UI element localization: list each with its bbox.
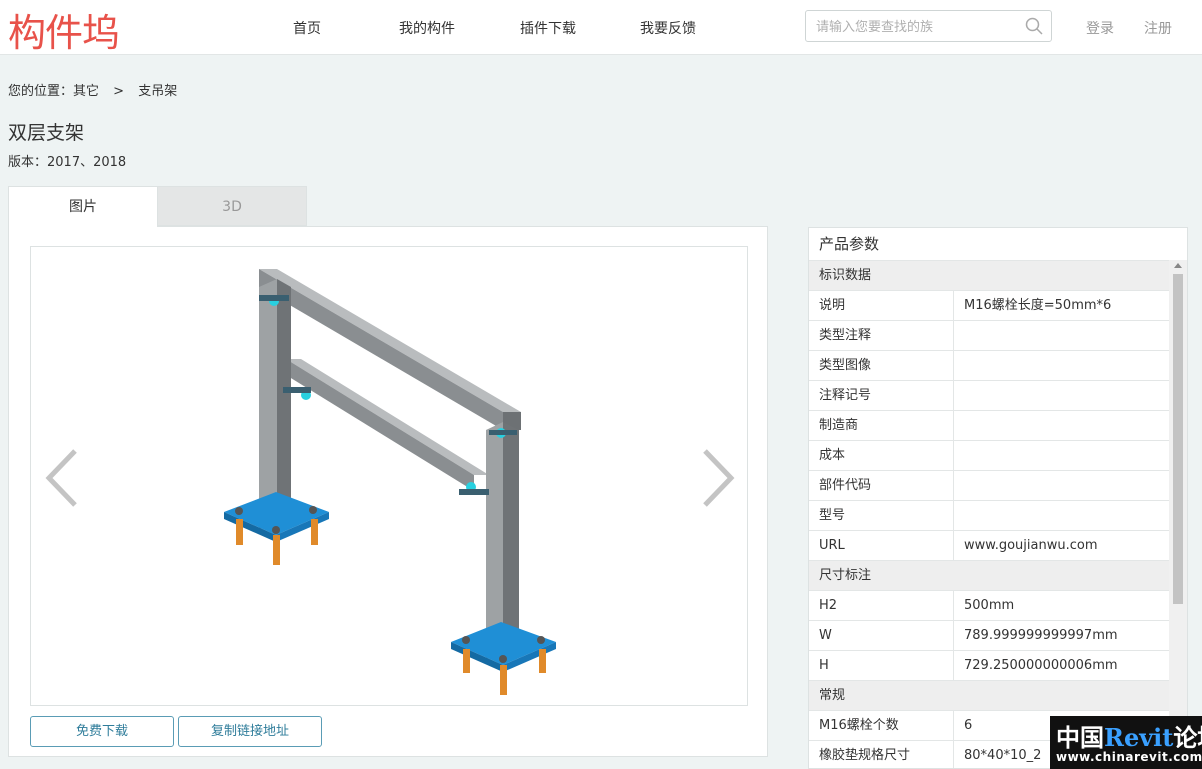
tab-3d[interactable]: 3D (157, 186, 307, 226)
breadcrumb-separator: > (113, 84, 125, 99)
scroll-up-arrow-icon[interactable] (1174, 263, 1182, 268)
nav-plugin-download[interactable]: 插件下载 (520, 18, 576, 38)
chinarevit-watermark: 中国Revit论坛 www.chinarevit.com (1050, 716, 1202, 769)
breadcrumb-item-hangers[interactable]: 支吊架 (138, 84, 177, 99)
free-download-button[interactable]: 免费下载 (30, 716, 174, 747)
params-row: 说明 M16螺栓长度=50mm*6 (809, 290, 1171, 320)
param-value: M16螺栓长度=50mm*6 (964, 298, 1112, 313)
nav-my-components[interactable]: 我的构件 (399, 18, 455, 38)
param-value: 6 (964, 718, 973, 733)
param-value: 500mm (964, 598, 1015, 613)
param-value (954, 321, 964, 350)
param-value: 80*40*10_2 (964, 748, 1042, 763)
param-key: 类型注释 (809, 321, 954, 350)
params-row: 类型注释 (809, 320, 1171, 350)
breadcrumb-prefix: 您的位置： (8, 84, 74, 99)
watermark-text-c: 论坛 (1173, 723, 1202, 752)
search-icon[interactable] (1025, 17, 1043, 35)
param-value (954, 471, 964, 500)
param-value: www.goujianwu.com (964, 538, 1098, 553)
search-input[interactable] (816, 17, 1016, 37)
copy-link-button[interactable]: 复制链接地址 (178, 716, 322, 747)
login-link[interactable]: 登录 (1086, 18, 1114, 38)
nav-home[interactable]: 首页 (293, 18, 321, 38)
param-key: W (809, 621, 954, 650)
param-value (954, 411, 964, 440)
params-row: 注释记号 (809, 380, 1171, 410)
param-key: 成本 (809, 441, 954, 470)
param-key: 型号 (809, 501, 954, 530)
param-key: M16螺栓个数 (809, 711, 954, 740)
params-row: H2 500mm (809, 590, 1171, 620)
params-row: 成本 (809, 440, 1171, 470)
params-row: 制造商 (809, 410, 1171, 440)
params-group-header: 标识数据 (809, 260, 1171, 290)
param-key: H (809, 651, 954, 680)
params-table: 标识数据 说明 M16螺栓长度=50mm*6 类型注释 类型图像 注释记号 制造商 成本 部件代… (809, 260, 1171, 768)
tab-image[interactable]: 图片 (8, 186, 158, 227)
register-link[interactable]: 注册 (1144, 18, 1172, 38)
params-row: 部件代码 (809, 470, 1171, 500)
param-key: 部件代码 (809, 471, 954, 500)
watermark-text-revit: Revit (1104, 723, 1174, 752)
param-value (954, 501, 964, 530)
params-row: W 789.999999999997mm (809, 620, 1171, 650)
param-key: 类型图像 (809, 351, 954, 380)
scroll-thumb[interactable] (1173, 274, 1183, 604)
param-key: 注释记号 (809, 381, 954, 410)
params-row: 类型图像 (809, 350, 1171, 380)
product-params-panel: 产品参数 标识数据 说明 M16螺栓长度=50mm*6 类型注释 类型图像 注释记号 制造商… (808, 227, 1188, 769)
previous-image-arrow-icon[interactable] (43, 447, 83, 509)
param-key: 说明 (809, 291, 954, 320)
params-scrollbar[interactable] (1169, 260, 1187, 768)
search-box (805, 10, 1052, 42)
site-header: 构件坞 首页 我的构件 插件下载 我要反馈 登录 注册 (0, 0, 1202, 55)
watermark-url: www.chinarevit.com (1056, 750, 1202, 764)
product-image-frame (30, 246, 748, 706)
page-title: 双层支架 (8, 122, 85, 144)
nav-feedback[interactable]: 我要反馈 (640, 18, 696, 38)
version-label: 版本：2017、2018 (8, 155, 127, 170)
param-value (954, 441, 964, 470)
image-panel: 免费下载 复制链接地址 (8, 226, 768, 757)
param-key: URL (809, 531, 954, 560)
params-title: 产品参数 (819, 235, 880, 253)
param-value: 789.999999999997mm (964, 628, 1118, 643)
double-layer-bracket-drawing (224, 269, 556, 695)
params-group-header: 常规 (809, 680, 1171, 710)
params-row: 型号 (809, 500, 1171, 530)
breadcrumb-item-other[interactable]: 其它 (73, 84, 99, 99)
param-value (954, 381, 964, 410)
params-row: H 729.250000000006mm (809, 650, 1171, 680)
param-value: 729.250000000006mm (964, 658, 1118, 673)
param-key: H2 (809, 591, 954, 620)
params-group-header: 尺寸标注 (809, 560, 1171, 590)
param-key: 制造商 (809, 411, 954, 440)
next-image-arrow-icon[interactable] (697, 447, 737, 509)
param-key: 橡胶垫规格尺寸 (809, 741, 954, 768)
breadcrumb: 您的位置：其它 > 支吊架 (8, 80, 181, 99)
site-logo[interactable]: 构件坞 (8, 2, 120, 57)
params-row: URL www.goujianwu.com (809, 530, 1171, 560)
product-image (224, 269, 556, 695)
param-value (954, 351, 964, 380)
watermark-text-a: 中国 (1056, 723, 1104, 752)
